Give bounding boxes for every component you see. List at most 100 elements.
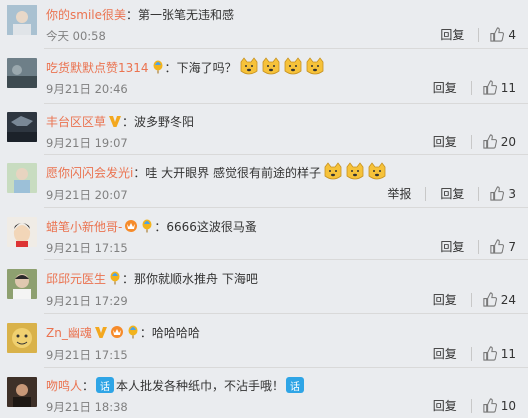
reply-button[interactable]: 回复 — [433, 133, 457, 150]
comment-username[interactable]: Zn_幽魂 — [46, 324, 92, 341]
like-button[interactable]: 3 — [489, 186, 516, 201]
like-count: 11 — [500, 80, 516, 95]
divider — [470, 292, 472, 307]
divider — [478, 186, 480, 201]
avatar[interactable] — [7, 323, 37, 353]
balloon-badge-icon — [128, 325, 138, 339]
reply-button[interactable]: 回复 — [433, 79, 457, 96]
like-count: 10 — [500, 398, 516, 413]
comment-item: 蜡笔小新他哥- ： 6666这波很马蚤 9月21日 17:15 回复 7 — [0, 208, 528, 259]
comment-username[interactable]: 愿你闪闪会发光i — [46, 164, 133, 181]
comment-time: 9月21日 20:07 — [46, 188, 128, 202]
reply-button[interactable]: 回复 — [440, 238, 464, 255]
thumbs-up-icon — [483, 292, 497, 307]
comment-time: 9月21日 20:46 — [46, 82, 128, 96]
thumbs-up-icon — [483, 80, 497, 95]
comment-item: 愿你闪闪会发光i：哇 大开眼界 感觉很有前途的样子 9月21日 20:07 举报… — [0, 155, 528, 207]
like-button[interactable]: 11 — [482, 346, 516, 361]
comment-text: 6666这波很马蚤 — [166, 219, 257, 234]
comment-item: 你的smile很美：第一张笔无违和感 今天 00:58 回复 4 — [0, 0, 528, 48]
comment-item: Zn_幽魂 ：哈哈哈哈 9月21日 17:15 回复 11 — [0, 314, 528, 367]
avatar[interactable] — [7, 163, 37, 193]
topic-tag-icon[interactable]: 话 — [96, 377, 115, 393]
balloon-badge-icon — [142, 219, 152, 233]
divider — [425, 186, 427, 201]
avatar[interactable] — [7, 217, 37, 247]
comment-username[interactable]: 邱邱元医生 — [46, 270, 106, 287]
doge-emoji-icon — [368, 162, 386, 180]
doge-emoji-icon — [262, 57, 279, 75]
verified-badge-icon — [109, 116, 122, 127]
comment-time: 今天 00:58 — [46, 29, 106, 43]
thumbs-up-icon — [490, 186, 505, 201]
like-button[interactable]: 10 — [482, 398, 516, 413]
comment-time: 9月21日 19:07 — [46, 136, 128, 150]
divider — [470, 134, 472, 149]
comment-text: 哈哈哈哈 — [151, 325, 200, 340]
doge-emoji-icon — [284, 57, 301, 75]
divider — [478, 27, 480, 42]
comment-text: 波多野冬阳 — [134, 114, 195, 129]
divider — [478, 239, 480, 254]
reply-button[interactable]: 回复 — [433, 345, 457, 362]
report-button[interactable]: 举报 — [387, 185, 411, 202]
doge-emoji-icon — [240, 57, 257, 75]
like-count: 7 — [508, 239, 516, 254]
doge-emoji-icon — [346, 162, 364, 180]
doge-emoji-icon — [324, 162, 342, 180]
comment-text: 那你就顺水推舟 下海吧 — [134, 271, 258, 286]
thumbs-up-icon — [483, 398, 497, 413]
like-button[interactable]: 24 — [482, 292, 516, 307]
divider — [470, 80, 472, 95]
like-button[interactable]: 11 — [482, 80, 516, 95]
like-count: 3 — [508, 186, 516, 201]
divider — [470, 346, 472, 361]
thumbs-up-icon — [490, 239, 505, 254]
comment-time: 9月21日 17:15 — [46, 348, 128, 362]
comment-username[interactable]: 吃货默默点赞1314 — [46, 59, 149, 76]
reply-button[interactable]: 回复 — [433, 397, 457, 414]
like-button[interactable]: 20 — [482, 134, 516, 149]
reply-button[interactable]: 回复 — [433, 291, 457, 308]
like-count: 24 — [500, 292, 516, 307]
balloon-badge-icon — [110, 271, 120, 285]
comment-text: 本人批发各种纸巾，不沾手哦！ — [116, 378, 285, 393]
avatar[interactable] — [7, 269, 37, 299]
comment-text: 第一张笔无违和感 — [138, 7, 235, 22]
avatar[interactable] — [7, 5, 37, 35]
like-button[interactable]: 4 — [489, 27, 516, 42]
reply-button[interactable]: 回复 — [440, 185, 464, 202]
thumbs-up-icon — [483, 134, 497, 149]
like-count: 4 — [508, 27, 516, 42]
comment-item: 丰台区区草 ：波多野冬阳 9月21日 19:07 回复 20 — [0, 104, 528, 154]
comment-item: 邱邱元医生 ：那你就顺水推舟 下海吧 9月21日 17:29 回复 24 — [0, 260, 528, 313]
comment-username[interactable]: 你的smile很美 — [46, 6, 126, 23]
comment-username[interactable]: 丰台区区草 — [46, 113, 106, 130]
reply-button[interactable]: 回复 — [440, 26, 464, 43]
topic-tag-icon[interactable]: 话 — [286, 377, 305, 393]
verified-badge-icon — [94, 327, 107, 338]
comment-item: 吃货默默点赞1314 ：下海了吗？ 9月21日 20:46 回复 11 — [0, 49, 528, 103]
comment-text: 下海了吗？ — [176, 60, 237, 75]
avatar[interactable] — [7, 377, 37, 407]
member-badge-icon — [110, 326, 123, 338]
avatar[interactable] — [7, 58, 37, 88]
thumbs-up-icon — [490, 27, 505, 42]
divider — [470, 398, 472, 413]
member-badge-icon — [125, 220, 138, 232]
comment-time: 9月21日 18:38 — [46, 400, 128, 414]
comment-item: 吻鸣人： 话 本人批发各种纸巾，不沾手哦！ 话 9月21日 18:38 回复 1… — [0, 368, 528, 418]
comment-time: 9月21日 17:29 — [46, 294, 128, 308]
comment-username[interactable]: 吻鸣人 — [46, 377, 82, 394]
comment-text: 哇 大开眼界 感觉很有前途的样子 — [145, 165, 321, 180]
like-button[interactable]: 7 — [489, 239, 516, 254]
like-count: 20 — [500, 134, 516, 149]
comment-time: 9月21日 17:15 — [46, 241, 128, 255]
doge-emoji-icon — [306, 57, 323, 75]
avatar[interactable] — [7, 112, 37, 142]
comment-list: 你的smile很美：第一张笔无违和感 今天 00:58 回复 4 吃货默默点赞1… — [0, 0, 528, 418]
like-count: 11 — [500, 346, 516, 361]
comment-username[interactable]: 蜡笔小新他哥- — [46, 218, 122, 235]
thumbs-up-icon — [483, 346, 497, 361]
balloon-badge-icon — [153, 60, 163, 74]
